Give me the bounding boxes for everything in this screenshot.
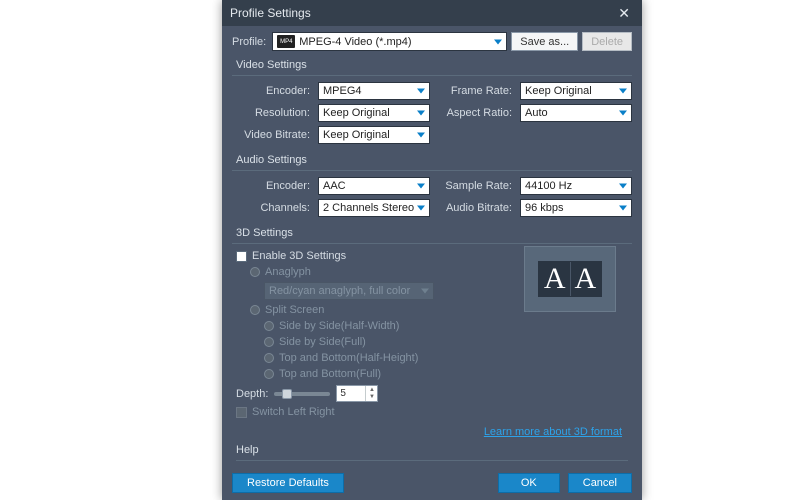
chevron-down-icon: [619, 111, 627, 116]
preview-aa-icon: AA: [538, 261, 602, 297]
aspect-ratio-label: Aspect Ratio:: [438, 107, 512, 119]
restore-defaults-button[interactable]: Restore Defaults: [232, 473, 344, 493]
audio-encoder-label: Encoder:: [236, 180, 310, 192]
tab-full-row: Top and Bottom(Full): [264, 368, 628, 380]
mp4-icon: MP4: [277, 35, 295, 48]
close-icon[interactable]: ✕: [614, 3, 634, 24]
chevron-down-icon: [619, 89, 627, 94]
video-grid: Encoder: MPEG4 Frame Rate: Keep Original…: [236, 82, 628, 144]
divider: [232, 75, 632, 76]
help-heading: Help: [236, 444, 628, 456]
sample-rate-select[interactable]: 44100 Hz: [520, 177, 632, 195]
link-row: Learn more about 3D format: [232, 422, 632, 438]
spinner-buttons[interactable]: ▲▼: [365, 386, 377, 401]
profile-row: Profile: MP4 MPEG-4 Video (*.mp4) Save a…: [232, 32, 632, 51]
resolution-label: Resolution:: [236, 107, 310, 119]
depth-spinner[interactable]: 5 ▲▼: [336, 385, 378, 402]
tab-full-radio: [264, 369, 274, 379]
video-bitrate-select[interactable]: Keep Original: [318, 126, 430, 144]
3d-preview: AA: [524, 246, 616, 312]
audio-grid: Encoder: AAC Sample Rate: 44100 Hz Chann…: [236, 177, 628, 217]
audio-bitrate-select[interactable]: 96 kbps: [520, 199, 632, 217]
depth-row: Depth: 5 ▲▼: [236, 385, 628, 402]
video-bitrate-label: Video Bitrate:: [236, 129, 310, 141]
divider: [232, 170, 632, 171]
titlebar: Profile Settings ✕: [222, 0, 642, 26]
split-screen-radio: [250, 305, 260, 315]
audio-settings-heading: Audio Settings: [236, 154, 632, 166]
enable-3d-label: Enable 3D Settings: [252, 250, 346, 262]
dialog-title: Profile Settings: [230, 6, 311, 20]
aspect-ratio-select[interactable]: Auto: [520, 104, 632, 122]
sbs-half-row: Side by Side(Half-Width): [264, 320, 628, 332]
sbs-full-row: Side by Side(Full): [264, 336, 628, 348]
chevron-down-icon: [417, 111, 425, 116]
ok-button[interactable]: OK: [498, 473, 560, 493]
chevron-down-icon: [421, 289, 429, 294]
chevron-down-icon: [619, 206, 627, 211]
chevron-down-icon: [494, 39, 502, 44]
audio-encoder-select[interactable]: AAC: [318, 177, 430, 195]
sample-rate-label: Sample Rate:: [438, 180, 512, 192]
frame-rate-label: Frame Rate:: [438, 85, 512, 97]
3d-settings-heading: 3D Settings: [236, 227, 632, 239]
tab-half-row: Top and Bottom(Half-Height): [264, 352, 628, 364]
frame-rate-select[interactable]: Keep Original: [520, 82, 632, 100]
audio-bitrate-label: Audio Bitrate:: [438, 202, 512, 214]
chevron-down-icon: [619, 184, 627, 189]
profile-label: Profile:: [232, 36, 266, 48]
chevron-down-icon: [417, 89, 425, 94]
divider: [236, 460, 628, 461]
dialog-body: Profile: MP4 MPEG-4 Video (*.mp4) Save a…: [222, 26, 642, 466]
anaglyph-radio: [250, 267, 260, 277]
sbs-half-radio: [264, 321, 274, 331]
cancel-button[interactable]: Cancel: [568, 473, 632, 493]
help-box: Help Select the output format from the "…: [236, 444, 628, 466]
tab-half-radio: [264, 353, 274, 363]
video-encoder-label: Encoder:: [236, 85, 310, 97]
learn-3d-link[interactable]: Learn more about 3D format: [484, 426, 622, 438]
video-encoder-select[interactable]: MPEG4: [318, 82, 430, 100]
split-screen-label: Split Screen: [265, 304, 324, 316]
save-as-button[interactable]: Save as...: [511, 32, 578, 51]
depth-slider[interactable]: [274, 392, 330, 396]
channels-label: Channels:: [236, 202, 310, 214]
chevron-down-icon: [417, 206, 425, 211]
profile-select[interactable]: MP4 MPEG-4 Video (*.mp4): [272, 32, 507, 51]
depth-label: Depth:: [236, 388, 268, 400]
channels-select[interactable]: 2 Channels Stereo: [318, 199, 430, 217]
divider: [232, 243, 632, 244]
resolution-select[interactable]: Keep Original: [318, 104, 430, 122]
dialog-footer: Restore Defaults OK Cancel: [222, 466, 642, 500]
switch-lr-checkbox: [236, 407, 247, 418]
profile-settings-dialog: Profile Settings ✕ Profile: MP4 MPEG-4 V…: [222, 0, 642, 500]
video-settings-heading: Video Settings: [236, 59, 632, 71]
anaglyph-label: Anaglyph: [265, 266, 311, 278]
slider-thumb[interactable]: [282, 389, 292, 399]
delete-button: Delete: [582, 32, 632, 51]
sbs-full-radio: [264, 337, 274, 347]
anaglyph-mode-select: Red/cyan anaglyph, full color: [264, 282, 434, 300]
chevron-down-icon: [417, 133, 425, 138]
switch-lr-row: Switch Left Right: [236, 406, 628, 418]
profile-value: MPEG-4 Video (*.mp4): [299, 36, 411, 48]
chevron-down-icon: [417, 184, 425, 189]
enable-3d-checkbox[interactable]: [236, 251, 247, 262]
